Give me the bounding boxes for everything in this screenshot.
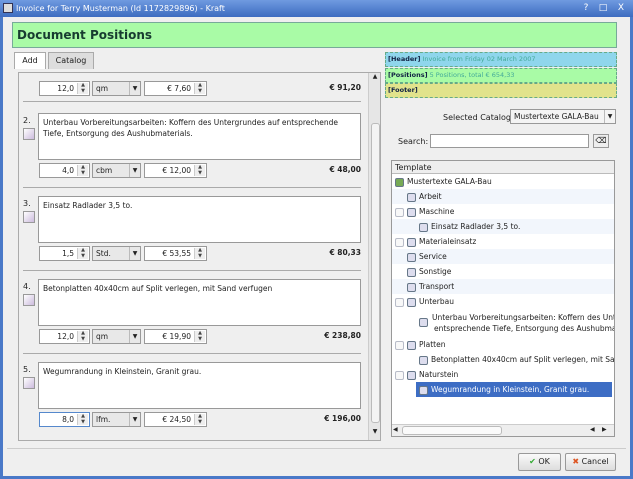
close-button[interactable]: X: [615, 3, 627, 14]
folder-icon: [407, 237, 416, 247]
tree-item-folder[interactable]: Platten: [392, 337, 614, 352]
unit-select[interactable]: qm ▼: [92, 81, 141, 96]
quantity-stepper[interactable]: 12,0 ▲ ▼: [39, 81, 90, 96]
page-title: Document Positions: [12, 22, 617, 48]
position-number: 4.: [23, 282, 31, 291]
expand-icon[interactable]: [395, 237, 404, 247]
edit-template-icon[interactable]: [23, 294, 35, 306]
quantity-stepper[interactable]: 4,0 ▲ ▼: [39, 163, 90, 178]
tree-header: Template: [392, 161, 614, 174]
position-text[interactable]: Unterbau Vorbereitungsarbeiten: Koffern …: [38, 113, 361, 160]
collapse-icon[interactable]: [395, 297, 404, 307]
folder-icon: [407, 282, 416, 292]
position-total: € 238,80: [324, 331, 361, 340]
unit-select[interactable]: qm ▼: [92, 329, 141, 344]
section-positions[interactable]: [Positions] 5 Positions, total € 654,33: [385, 68, 617, 83]
scroll-right-icon[interactable]: ▶: [602, 426, 607, 433]
folder-icon: [407, 207, 416, 217]
folder-icon: [407, 370, 416, 380]
quantity-stepper[interactable]: 8,0 ▲ ▼: [39, 412, 90, 427]
collapse-icon[interactable]: [395, 370, 404, 380]
position-text[interactable]: Wegumrandung in Kleinstein, Granit grau.: [38, 362, 361, 409]
scroll-down-icon[interactable]: ▼: [370, 428, 380, 438]
quantity-stepper[interactable]: 12,0 ▲ ▼: [39, 329, 90, 344]
dialog: Document Positions Add Catalog 12,0 ▲ ▼ qm…: [3, 17, 630, 476]
position-text[interactable]: Betonplatten 40x40cm auf Split verlegen,…: [38, 279, 361, 326]
position-text[interactable]: Einsatz Radlader 3,5 to.: [38, 196, 361, 243]
tree-item-template[interactable]: Betonplatten 40x40cm auf Split verlegen,…: [392, 352, 614, 367]
price-stepper[interactable]: € 24,50 ▲ ▼: [144, 412, 207, 427]
template-icon: [419, 222, 428, 232]
check-icon: ✔: [529, 457, 536, 466]
tree-item-folder[interactable]: Service: [392, 249, 614, 264]
tree-item-folder[interactable]: Transport: [392, 279, 614, 294]
scrollbar-thumb[interactable]: [402, 426, 502, 435]
folder-icon: [407, 340, 416, 350]
edit-template-icon[interactable]: [23, 211, 35, 223]
quantity-stepper[interactable]: 1,5 ▲ ▼: [39, 246, 90, 261]
cancel-button[interactable]: ✖ Cancel: [565, 453, 616, 471]
window-title: Invoice for Terry Musterman (Id 11728298…: [16, 4, 225, 13]
price-stepper[interactable]: € 19,90 ▲ ▼: [144, 329, 207, 344]
template-icon: [419, 385, 428, 395]
clear-search-icon[interactable]: ⌫: [593, 134, 609, 148]
tree-item-folder[interactable]: Naturstein: [392, 367, 614, 382]
ok-button[interactable]: ✔ OK: [518, 453, 561, 471]
help-button[interactable]: ?: [580, 3, 592, 14]
edit-template-icon[interactable]: [23, 128, 35, 140]
tree-item-folder[interactable]: Materialeinsatz: [392, 234, 614, 249]
search-input[interactable]: [430, 134, 589, 148]
price-stepper[interactable]: € 12,00 ▲ ▼: [144, 163, 207, 178]
position-number: 2.: [23, 116, 31, 125]
position-total: € 196,00: [324, 414, 361, 423]
collapse-icon[interactable]: [395, 207, 404, 217]
cancel-icon: ✖: [572, 457, 580, 466]
folder-icon: [407, 297, 416, 307]
folder-icon: [407, 267, 416, 277]
section-footer[interactable]: [Footer]: [385, 83, 617, 98]
catalog-icon: [395, 177, 404, 187]
position-total: € 80,33: [329, 248, 361, 257]
unit-select[interactable]: lfm. ▼: [92, 412, 141, 427]
position-number: 5.: [23, 365, 31, 374]
app-icon: [3, 3, 13, 13]
price-stepper[interactable]: € 7,60 ▲ ▼: [144, 81, 207, 96]
position-total: € 48,00: [329, 165, 361, 174]
tree-item-catalog[interactable]: Mustertexte GALA-Bau: [392, 174, 614, 189]
template-icon: [419, 355, 428, 365]
tree-item-template[interactable]: Unterbau Vorbereitungsarbeiten: Koffern …: [392, 309, 614, 337]
selected-catalog-label: Selected Catalog: [443, 113, 511, 122]
folder-icon: [407, 192, 416, 202]
folder-icon: [407, 252, 416, 262]
title-bar: Invoice for Terry Musterman (Id 11728298…: [0, 0, 633, 17]
tree-item-template-selected[interactable]: Wegumrandung in Kleinstein, Granit grau.: [416, 382, 612, 397]
tree-item-folder[interactable]: Unterbau: [392, 294, 614, 309]
tree-item-template[interactable]: Einsatz Radlader 3,5 to.: [392, 219, 614, 234]
tree-item-folder[interactable]: Arbeit: [392, 189, 614, 204]
tree-item-folder[interactable]: Maschine: [392, 204, 614, 219]
catalog-select[interactable]: Mustertexte GALA-Bau ▼: [510, 109, 616, 124]
price-stepper[interactable]: € 53,55 ▲ ▼: [144, 246, 207, 261]
positions-scroll-area: 12,0 ▲ ▼ qm ▼ € 7,60 ▲ ▼ € 91,20 2. Unterbau …: [18, 72, 381, 441]
search-label: Search:: [398, 137, 429, 146]
position-number: 3.: [23, 199, 31, 208]
tree-item-folder[interactable]: Sonstige: [392, 264, 614, 279]
template-tree: Template Mustertexte GALA-Bau Arbeit Mas…: [391, 160, 615, 437]
section-header[interactable]: [Header] Invoice from Friday 02 March 200…: [385, 52, 617, 67]
scroll-left-icon[interactable]: ◀: [393, 426, 398, 433]
horizontal-scrollbar[interactable]: ◀ ◀ ▶: [392, 424, 614, 436]
tab-add[interactable]: Add: [14, 52, 46, 69]
scroll-up-icon[interactable]: ▲: [370, 73, 380, 83]
collapse-icon[interactable]: [395, 340, 404, 350]
position-total: € 91,20: [329, 83, 361, 92]
scroll-left-icon[interactable]: ◀: [590, 426, 595, 433]
vertical-scrollbar[interactable]: ▲ ▼: [368, 73, 380, 440]
maximize-button[interactable]: □: [597, 3, 609, 14]
scrollbar-thumb[interactable]: [371, 123, 380, 423]
template-icon: [419, 318, 428, 327]
edit-template-icon[interactable]: [23, 377, 35, 389]
unit-select[interactable]: Std. ▼: [92, 246, 141, 261]
unit-select[interactable]: cbm ▼: [92, 163, 141, 178]
tab-catalog[interactable]: Catalog: [48, 52, 94, 69]
